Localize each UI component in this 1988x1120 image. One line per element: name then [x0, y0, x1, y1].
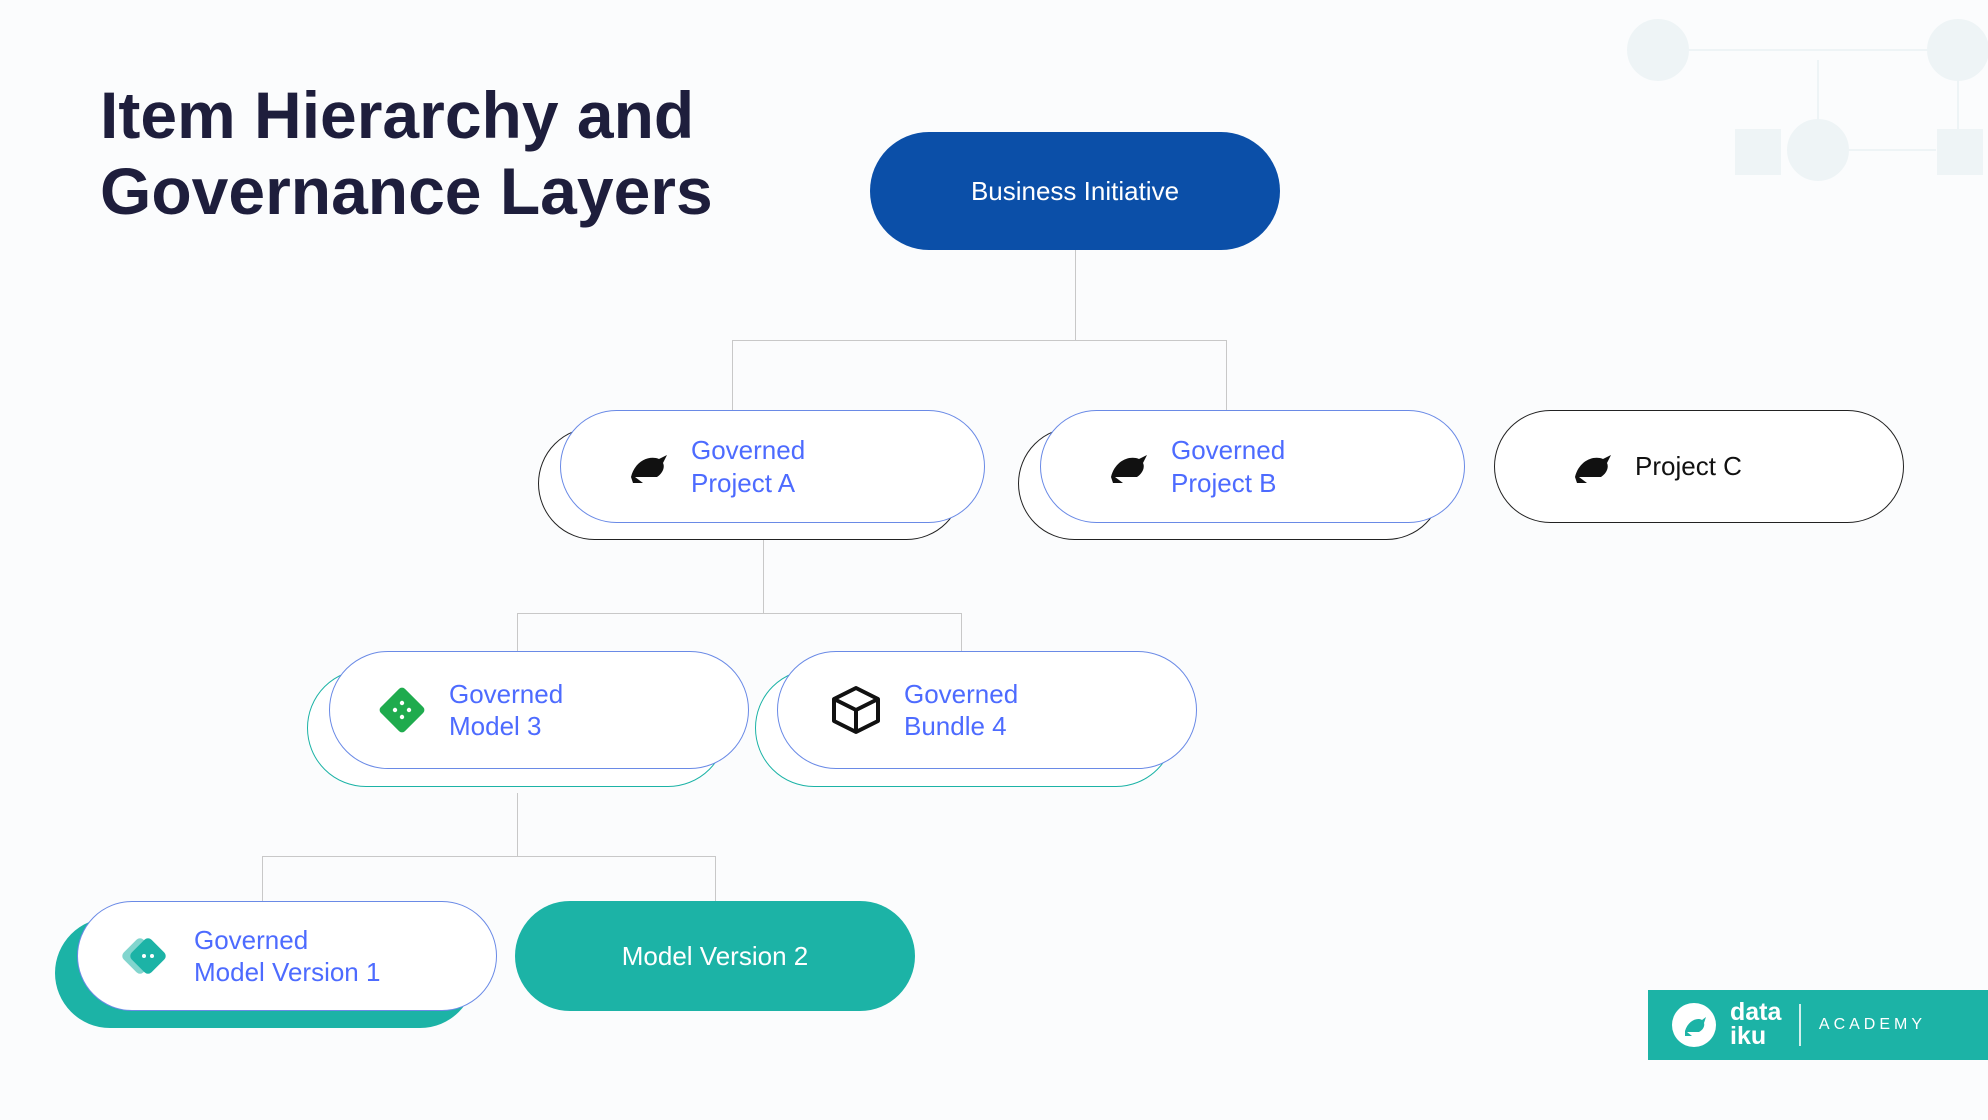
connector: [732, 340, 1227, 341]
node-label: Governed Project B: [1171, 434, 1285, 499]
node-governed-bundle-4: Governed Bundle 4: [777, 651, 1197, 769]
bird-icon: [1101, 445, 1151, 489]
connector: [732, 340, 733, 410]
node-business-initiative: Business Initiative: [870, 132, 1280, 250]
connector: [517, 613, 962, 614]
connector: [961, 613, 962, 653]
node-label: Governed Project A: [691, 434, 805, 499]
brand-banner: dataiku ACADEMY: [1648, 990, 1988, 1060]
node-label: Governed Model 3: [449, 678, 563, 743]
node-governed-project-b: Governed Project B: [1040, 410, 1465, 523]
node-label: Model Version 2: [622, 940, 808, 973]
bird-icon: [621, 445, 671, 489]
title-line-2: Governance Layers: [100, 154, 713, 228]
node-label: Project C: [1635, 450, 1742, 483]
node-governed-model-3: Governed Model 3: [329, 651, 749, 769]
cube-icon: [828, 682, 884, 738]
node-label: Business Initiative: [971, 175, 1179, 208]
background-decor: [1288, 0, 1988, 260]
node-project-c: Project C: [1494, 410, 1904, 523]
node-model-version-2: Model Version 2: [515, 901, 915, 1011]
connector: [262, 856, 263, 901]
connector: [517, 613, 518, 653]
connector: [1075, 250, 1076, 340]
node-governed-model-version-1: Governed Model Version 1: [77, 901, 497, 1011]
brand-name: dataiku: [1730, 1001, 1781, 1049]
node-label: Governed Bundle 4: [904, 678, 1018, 743]
title-line-1: Item Hierarchy and: [100, 78, 694, 152]
brand-text: dataiku ACADEMY: [1730, 1001, 1926, 1049]
model-icon: [375, 683, 429, 737]
connector: [715, 856, 716, 901]
node-label: Governed Model Version 1: [194, 924, 380, 989]
brand-divider: [1799, 1004, 1801, 1046]
model-version-icon: [118, 928, 174, 984]
connector: [1226, 340, 1227, 410]
bird-icon: [1565, 445, 1615, 489]
connector: [763, 530, 764, 613]
brand-logo-icon: [1672, 1003, 1716, 1047]
page-title: Item Hierarchy and Governance Layers: [100, 78, 713, 230]
node-governed-project-a: Governed Project A: [560, 410, 985, 523]
connector: [262, 856, 716, 857]
brand-academy-label: ACADEMY: [1819, 1016, 1926, 1034]
connector: [517, 793, 518, 856]
